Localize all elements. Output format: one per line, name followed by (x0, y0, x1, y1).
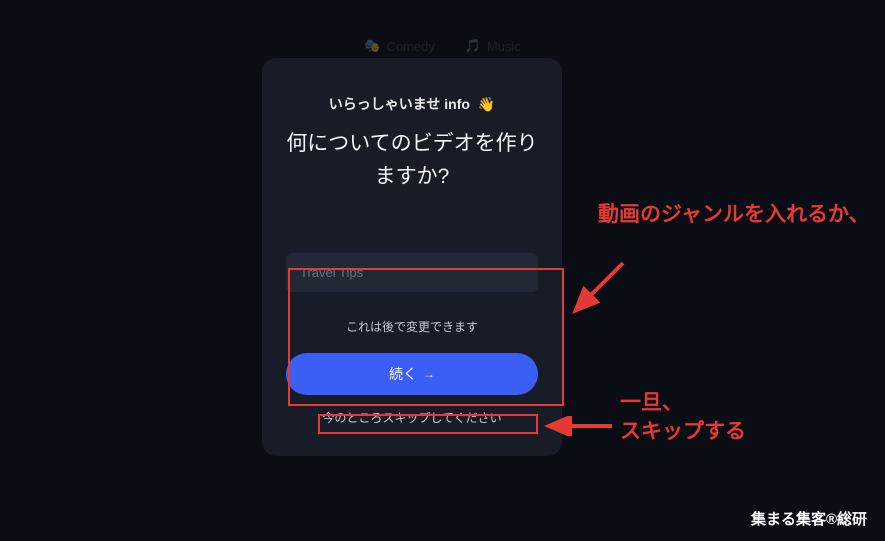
continue-label: 続く (389, 364, 417, 384)
background-category-tags: 🎭 Comedy 🎵 Music (0, 38, 885, 54)
arrow-right-icon: → (423, 367, 435, 381)
welcome-prefix: いらっしゃいませ (329, 96, 441, 112)
onboarding-modal: いらっしゃいませ info 👋 何についてのビデオを作りますか? これは後で変更… (262, 58, 562, 456)
watermark: 集まる集客®総研 (751, 508, 867, 529)
welcome-message: いらっしゃいませ info 👋 (286, 94, 538, 114)
comedy-icon: 🎭 (364, 38, 380, 54)
tag-music: 🎵 Music (465, 38, 521, 54)
tag-comedy: 🎭 Comedy (364, 38, 435, 54)
tag-music-label: Music (487, 39, 521, 54)
annotation-text-skip: 一旦、 スキップする (620, 388, 746, 447)
video-topic-input[interactable] (286, 253, 538, 292)
welcome-username: info (444, 96, 470, 112)
skip-link[interactable]: 今のところスキップしてください (286, 409, 538, 426)
continue-button[interactable]: 続く → (286, 353, 538, 395)
wave-icon: 👋 (478, 96, 495, 113)
onboarding-question: 何についてのビデオを作りますか? (286, 128, 538, 193)
annotation-arrow-1 (565, 255, 635, 325)
music-icon: 🎵 (465, 38, 481, 54)
change-later-note: これは後で変更できます (286, 318, 538, 335)
annotation-text-genre: 動画のジャンルを入れるか、 (598, 200, 870, 229)
tag-comedy-label: Comedy (386, 39, 434, 54)
